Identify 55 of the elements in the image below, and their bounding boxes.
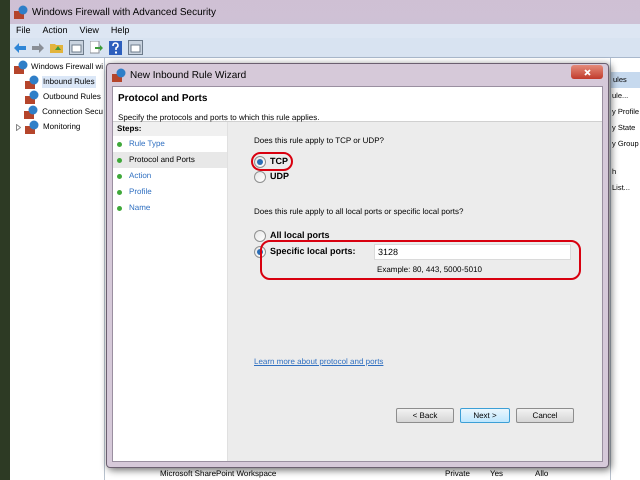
table-cell-text: Yes <box>490 468 504 480</box>
step-item[interactable]: Profile <box>113 184 227 200</box>
close-icon <box>584 68 590 76</box>
radio-label[interactable]: All local ports <box>270 228 330 242</box>
table-cell-text: Microsoft SharePoint Workspace <box>160 468 278 480</box>
menu-item[interactable]: View <box>80 24 99 38</box>
tree-item[interactable]: Inbound Rules <box>42 76 96 88</box>
dialog-button[interactable]: < Back <box>396 408 454 423</box>
ports-field[interactable]: 3128 <box>374 244 571 260</box>
radio-label[interactable]: Specific local ports: <box>270 244 370 260</box>
rules-icon <box>24 105 38 119</box>
dialog-button[interactable]: Next > <box>460 408 510 423</box>
steps-title: Steps: <box>113 122 227 136</box>
expander-icon[interactable] <box>16 124 21 130</box>
window-title: Windows Firewall with Advanced Security <box>32 6 216 20</box>
step-item[interactable]: Action <box>113 168 227 184</box>
firewall-icon <box>14 5 28 19</box>
firewall-icon <box>112 68 126 82</box>
radio-button[interactable] <box>254 230 266 242</box>
wizard-heading: Protocol and Ports <box>118 92 208 106</box>
rules-icon <box>25 75 39 89</box>
tree-item[interactable]: Outbound Rules <box>42 91 102 103</box>
rules-icon <box>25 90 39 104</box>
step-item[interactable]: Protocol and Ports <box>113 152 227 168</box>
export-icon[interactable] <box>90 41 103 54</box>
folder-icon[interactable] <box>50 42 63 53</box>
example-hint: Example: 80, 443, 5000-5010 <box>376 264 483 276</box>
radio-label[interactable]: UDP <box>270 170 290 184</box>
table-cell-text: Private <box>445 468 471 480</box>
back-arrow-icon[interactable] <box>14 42 26 52</box>
menu-item[interactable]: File <box>16 24 31 38</box>
forward-arrow-icon[interactable] <box>32 42 44 52</box>
tree-item[interactable]: Windows Firewall wi <box>31 61 104 73</box>
console-icon[interactable] <box>69 40 84 55</box>
question-text: Does this rule apply to TCP or UDP? <box>254 135 385 147</box>
rules-icon <box>25 120 39 134</box>
radio-button[interactable] <box>254 156 266 168</box>
dialog-title: New Inbound Rule Wizard <box>130 68 246 82</box>
close-button[interactable] <box>571 65 603 79</box>
menu-item[interactable]: Help <box>110 24 130 38</box>
tree-item[interactable]: Monitoring <box>42 121 82 133</box>
wizard-subtitle: Specify the protocols and ports to which this rule applies. <box>118 112 320 124</box>
help-link[interactable]: Learn more about protocol and ports <box>254 356 384 368</box>
tree-item[interactable]: Connection Secu <box>41 106 104 118</box>
dialog-button[interactable]: Cancel <box>516 408 574 423</box>
step-item[interactable]: Rule Type <box>113 136 227 152</box>
console-icon[interactable] <box>128 40 143 55</box>
radio-button[interactable] <box>254 170 266 182</box>
radio-label[interactable]: TCP <box>270 154 288 168</box>
question-text: Does this rule apply to all local ports or specific local ports? <box>254 206 464 218</box>
table-cell-text: Allo <box>535 468 550 480</box>
help-icon[interactable] <box>109 40 122 54</box>
step-item[interactable]: Name <box>113 200 227 216</box>
firewall-icon <box>14 60 28 74</box>
menu-item[interactable]: Action <box>42 24 68 38</box>
